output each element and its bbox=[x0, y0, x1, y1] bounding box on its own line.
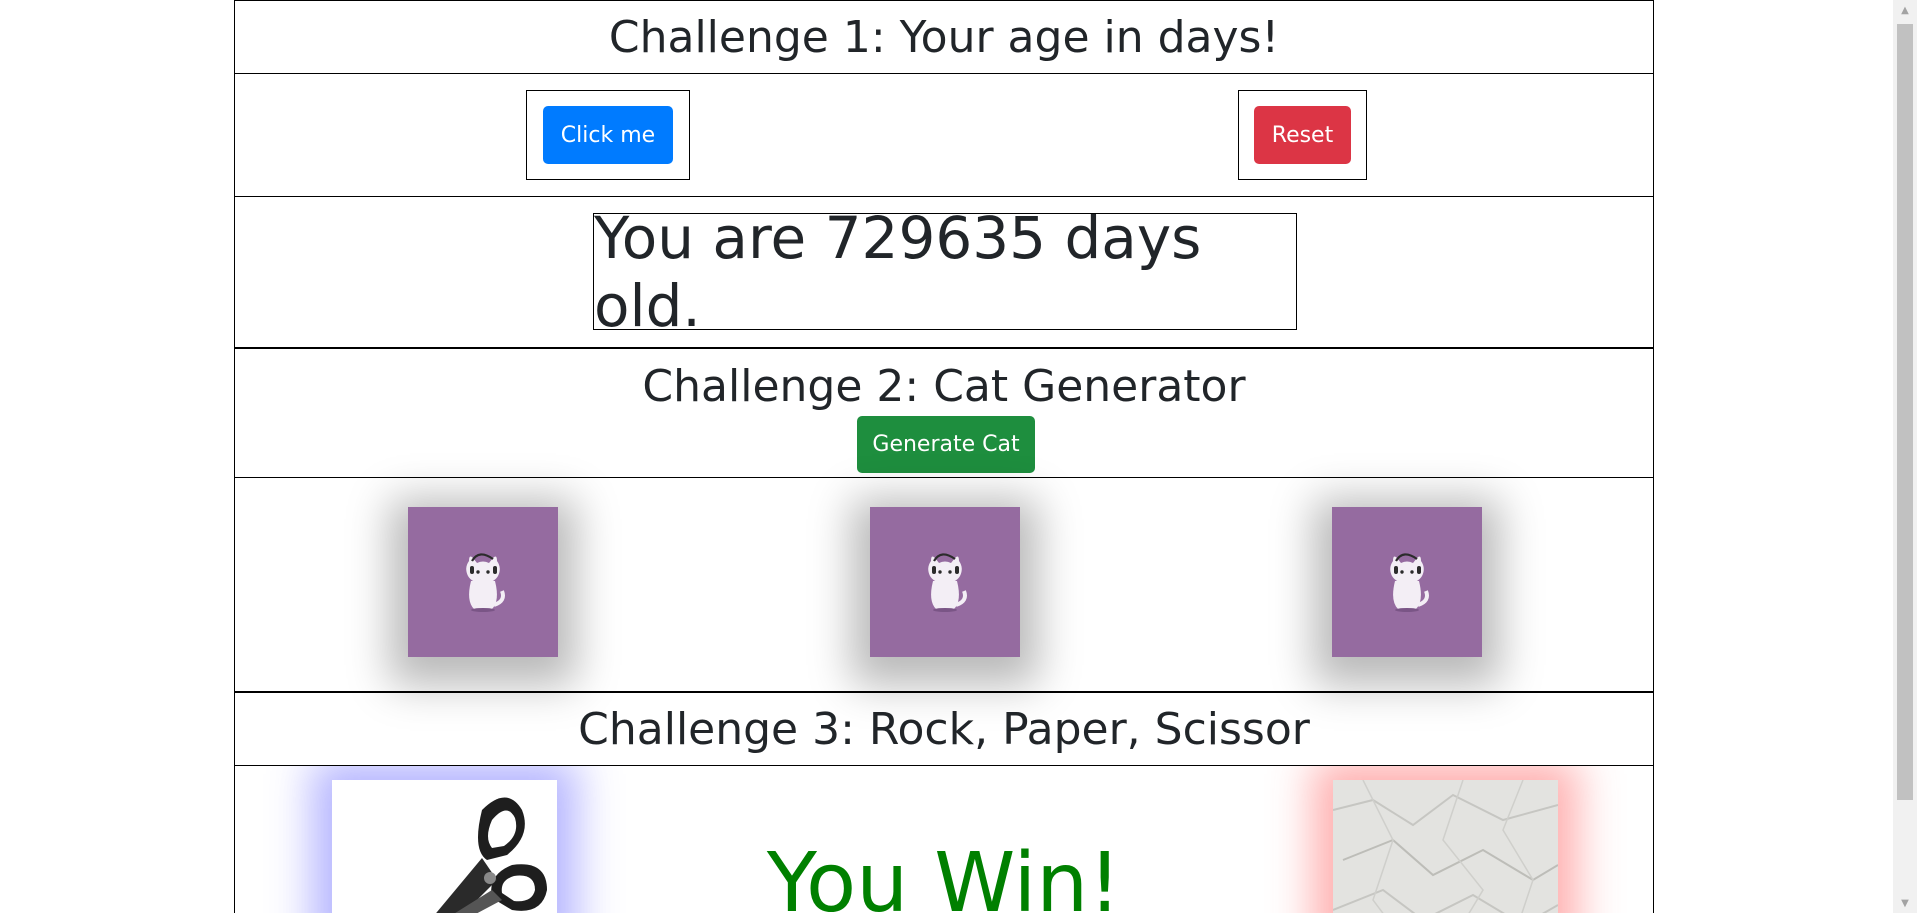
challenge-2-header: Challenge 2: Cat Generator Generate Cat bbox=[235, 349, 1653, 478]
challenge-2-section: Challenge 2: Cat Generator Generate Cat bbox=[234, 349, 1654, 693]
cat-image bbox=[408, 507, 558, 657]
reset-button[interactable]: Reset bbox=[1254, 106, 1351, 164]
page: Challenge 1: Your age in days! Click me … bbox=[0, 0, 1917, 913]
challenge-1-section: Challenge 1: Your age in days! Click me … bbox=[234, 0, 1654, 349]
age-result: You are 729635 days old. bbox=[593, 204, 1297, 340]
challenge-2-title: Challenge 2: Cat Generator bbox=[642, 361, 1246, 412]
cat-image bbox=[870, 507, 1020, 657]
cat-icon bbox=[1390, 553, 1429, 612]
challenge-3-section: Challenge 3: Rock, Paper, Scissor You Wi… bbox=[234, 693, 1654, 913]
scroll-down-arrow-icon[interactable]: ▼ bbox=[1893, 893, 1917, 913]
cat-icon bbox=[928, 553, 967, 612]
reset-button-wrapper: Reset bbox=[1238, 90, 1367, 180]
scrollbar-thumb[interactable] bbox=[1897, 24, 1913, 800]
generate-cat-button[interactable]: Generate Cat bbox=[857, 416, 1035, 473]
cat-gallery bbox=[235, 478, 1653, 693]
cat-image bbox=[1332, 507, 1482, 657]
challenge-1-title: Challenge 1: Your age in days! bbox=[235, 1, 1653, 74]
click-me-button[interactable]: Click me bbox=[543, 106, 673, 164]
paper-image[interactable] bbox=[1332, 779, 1559, 913]
scroll-up-arrow-icon[interactable]: ▲ bbox=[1893, 0, 1917, 20]
main-container: Challenge 1: Your age in days! Click me … bbox=[234, 0, 1654, 913]
rps-result-row: You Win! bbox=[235, 766, 1653, 913]
cat-icon bbox=[466, 553, 505, 612]
paper-icon bbox=[1332, 779, 1559, 913]
challenge-1-result-row: You are 729635 days old. bbox=[235, 197, 1653, 349]
challenge-3-title: Challenge 3: Rock, Paper, Scissor bbox=[578, 703, 1310, 755]
vertical-scrollbar[interactable]: ▲ ▼ bbox=[1893, 0, 1917, 913]
challenge-3-header: Challenge 3: Rock, Paper, Scissor bbox=[235, 693, 1653, 766]
click-button-wrapper: Click me bbox=[526, 90, 690, 180]
challenge-1-buttons-row: Click me Reset bbox=[235, 74, 1653, 197]
